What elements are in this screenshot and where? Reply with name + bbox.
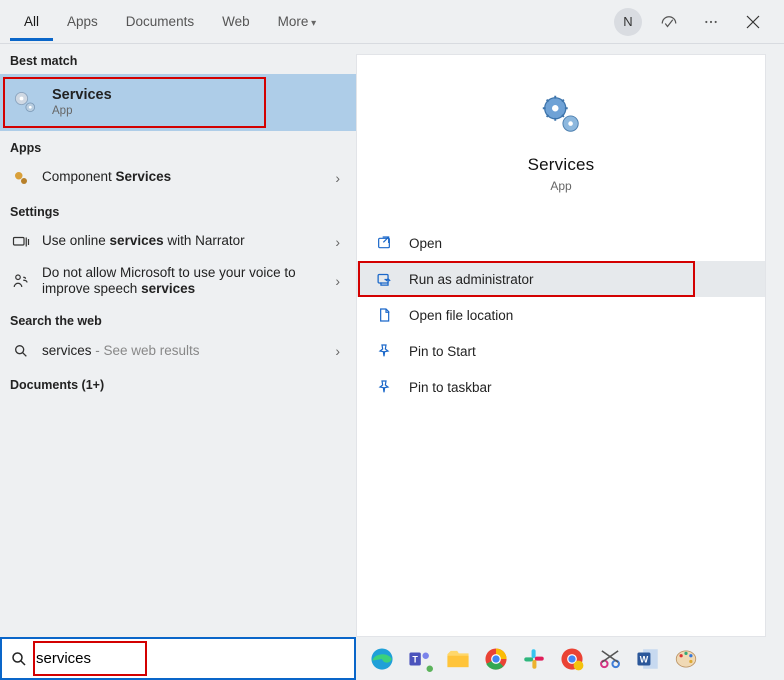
web-result-services[interactable]: services - See web results › (0, 334, 356, 368)
best-match-title: Services (52, 86, 346, 104)
close-button[interactable] (738, 7, 768, 37)
taskbar-slack-icon[interactable] (520, 645, 548, 673)
action-label: Open file location (409, 308, 513, 323)
action-open[interactable]: Open (357, 225, 765, 261)
tab-documents[interactable]: Documents (112, 3, 208, 41)
app-component-services[interactable]: Component Services › (0, 161, 356, 195)
best-match-services[interactable]: Services App (0, 74, 356, 131)
tab-apps[interactable]: Apps (53, 3, 112, 41)
app-label: Component Services (42, 169, 335, 186)
taskbar-edge-icon[interactable] (368, 645, 396, 673)
apps-heading: Apps (0, 131, 356, 161)
chevron-right-icon: › (335, 234, 346, 250)
speech-icon (10, 270, 32, 292)
svg-text:T: T (412, 654, 418, 664)
action-open-file-location[interactable]: Open file location (357, 297, 765, 333)
web-heading: Search the web (0, 304, 356, 334)
preview-actions: Open Run as administrator Open file loca… (357, 217, 765, 413)
action-pin-to-start[interactable]: Pin to Start (357, 333, 765, 369)
action-label: Pin to taskbar (409, 380, 492, 395)
action-label: Pin to Start (409, 344, 476, 359)
documents-heading: Documents (1+) (0, 368, 356, 398)
action-pin-to-taskbar[interactable]: Pin to taskbar (357, 369, 765, 405)
pin-start-icon (375, 342, 393, 360)
user-avatar[interactable]: N (614, 8, 642, 36)
search-box[interactable] (0, 637, 356, 680)
taskbar-chrome-icon[interactable] (482, 645, 510, 673)
tab-web[interactable]: Web (208, 3, 264, 41)
open-icon (375, 234, 393, 252)
setting-label: Do not allow Microsoft to use your voice… (42, 265, 335, 299)
services-hero-icon (538, 91, 584, 137)
web-label: services - See web results (42, 343, 335, 360)
more-options-icon[interactable] (696, 7, 726, 37)
taskbar-explorer-icon[interactable] (444, 645, 472, 673)
run-admin-icon (375, 270, 393, 288)
settings-heading: Settings (0, 195, 356, 225)
best-match-heading: Best match (0, 44, 356, 74)
svg-text:W: W (640, 654, 649, 664)
narrator-icon (10, 231, 32, 253)
taskbar-apps: T W (356, 637, 784, 680)
chevron-right-icon: › (335, 343, 346, 359)
results-panel: Best match Services App Apps Component S… (0, 44, 356, 637)
setting-narrator-services[interactable]: Use online services with Narrator › (0, 225, 356, 259)
chevron-right-icon: › (335, 170, 346, 186)
chevron-right-icon: › (335, 273, 346, 289)
taskbar-paint-icon[interactable] (672, 645, 700, 673)
preview-subtitle: App (550, 179, 571, 193)
feedback-icon[interactable] (654, 7, 684, 37)
setting-label: Use online services with Narrator (42, 233, 335, 250)
taskbar-teams-icon[interactable]: T (406, 645, 434, 673)
preview-title: Services (528, 155, 595, 175)
taskbar-row: T W (0, 637, 784, 680)
action-run-as-administrator[interactable]: Run as administrator (357, 261, 765, 297)
pin-taskbar-icon (375, 378, 393, 396)
tab-more[interactable]: More (264, 3, 331, 41)
search-input[interactable] (36, 650, 346, 667)
file-location-icon (375, 306, 393, 324)
search-icon (10, 650, 28, 668)
component-services-icon (10, 167, 32, 189)
taskbar-word-icon[interactable]: W (634, 645, 662, 673)
tab-all[interactable]: All (10, 3, 53, 41)
action-label: Open (409, 236, 442, 251)
services-icon (10, 87, 40, 117)
best-match-subtitle: App (52, 104, 346, 118)
setting-speech-services[interactable]: Do not allow Microsoft to use your voice… (0, 259, 356, 305)
action-label: Run as administrator (409, 272, 534, 287)
taskbar-snip-icon[interactable] (596, 645, 624, 673)
search-icon (10, 340, 32, 362)
taskbar-chrome-profile-icon[interactable] (558, 645, 586, 673)
preview-panel: Services App Open Run as administrator O… (356, 44, 784, 637)
search-tabs: All Apps Documents Web More N (0, 0, 784, 44)
